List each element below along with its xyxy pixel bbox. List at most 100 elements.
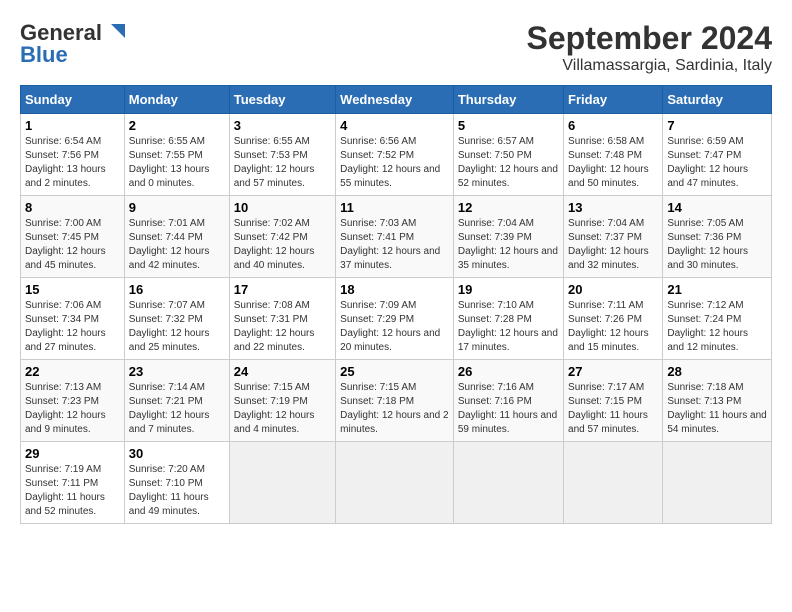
calendar-cell: 3 Sunrise: 6:55 AM Sunset: 7:53 PM Dayli… xyxy=(229,114,335,196)
calendar-cell xyxy=(663,442,772,524)
day-info: Sunrise: 7:20 AM Sunset: 7:10 PM Dayligh… xyxy=(129,463,225,519)
day-info: Sunrise: 7:18 AM Sunset: 7:13 PM Dayligh… xyxy=(667,381,767,437)
calendar-cell xyxy=(453,442,563,524)
calendar-cell: 22 Sunrise: 7:13 AM Sunset: 7:23 PM Dayl… xyxy=(21,360,125,442)
day-number: 2 xyxy=(129,118,225,133)
page-title: September 2024 xyxy=(527,20,772,57)
day-number: 14 xyxy=(667,200,767,215)
day-info: Sunrise: 7:10 AM Sunset: 7:28 PM Dayligh… xyxy=(458,299,559,355)
col-tuesday: Tuesday xyxy=(229,86,335,114)
calendar-cell: 15 Sunrise: 7:06 AM Sunset: 7:34 PM Dayl… xyxy=(21,278,125,360)
calendar-cell: 9 Sunrise: 7:01 AM Sunset: 7:44 PM Dayli… xyxy=(124,196,229,278)
calendar-cell: 16 Sunrise: 7:07 AM Sunset: 7:32 PM Dayl… xyxy=(124,278,229,360)
day-info: Sunrise: 7:15 AM Sunset: 7:19 PM Dayligh… xyxy=(234,381,331,437)
day-number: 20 xyxy=(568,282,658,297)
day-info: Sunrise: 6:59 AM Sunset: 7:47 PM Dayligh… xyxy=(667,135,767,191)
day-number: 28 xyxy=(667,364,767,379)
day-info: Sunrise: 7:12 AM Sunset: 7:24 PM Dayligh… xyxy=(667,299,767,355)
day-number: 6 xyxy=(568,118,658,133)
day-number: 25 xyxy=(340,364,449,379)
day-number: 29 xyxy=(25,446,120,461)
day-info: Sunrise: 7:03 AM Sunset: 7:41 PM Dayligh… xyxy=(340,217,449,273)
day-info: Sunrise: 7:15 AM Sunset: 7:18 PM Dayligh… xyxy=(340,381,449,437)
calendar-cell: 30 Sunrise: 7:20 AM Sunset: 7:10 PM Dayl… xyxy=(124,442,229,524)
calendar-cell: 27 Sunrise: 7:17 AM Sunset: 7:15 PM Dayl… xyxy=(564,360,663,442)
day-info: Sunrise: 6:55 AM Sunset: 7:53 PM Dayligh… xyxy=(234,135,331,191)
day-info: Sunrise: 6:55 AM Sunset: 7:55 PM Dayligh… xyxy=(129,135,225,191)
day-number: 17 xyxy=(234,282,331,297)
calendar-cell: 8 Sunrise: 7:00 AM Sunset: 7:45 PM Dayli… xyxy=(21,196,125,278)
logo-blue: Blue xyxy=(20,42,68,68)
calendar-cell: 5 Sunrise: 6:57 AM Sunset: 7:50 PM Dayli… xyxy=(453,114,563,196)
day-info: Sunrise: 7:00 AM Sunset: 7:45 PM Dayligh… xyxy=(25,217,120,273)
day-number: 23 xyxy=(129,364,225,379)
day-number: 24 xyxy=(234,364,331,379)
day-number: 13 xyxy=(568,200,658,215)
day-info: Sunrise: 7:17 AM Sunset: 7:15 PM Dayligh… xyxy=(568,381,658,437)
day-number: 26 xyxy=(458,364,559,379)
day-number: 5 xyxy=(458,118,559,133)
day-number: 18 xyxy=(340,282,449,297)
day-number: 11 xyxy=(340,200,449,215)
day-number: 4 xyxy=(340,118,449,133)
day-info: Sunrise: 7:04 AM Sunset: 7:39 PM Dayligh… xyxy=(458,217,559,273)
day-number: 22 xyxy=(25,364,120,379)
day-number: 12 xyxy=(458,200,559,215)
calendar-cell: 7 Sunrise: 6:59 AM Sunset: 7:47 PM Dayli… xyxy=(663,114,772,196)
calendar-cell: 12 Sunrise: 7:04 AM Sunset: 7:39 PM Dayl… xyxy=(453,196,563,278)
calendar-cell: 19 Sunrise: 7:10 AM Sunset: 7:28 PM Dayl… xyxy=(453,278,563,360)
col-monday: Monday xyxy=(124,86,229,114)
calendar-body: 1 Sunrise: 6:54 AM Sunset: 7:56 PM Dayli… xyxy=(21,114,772,524)
col-thursday: Thursday xyxy=(453,86,563,114)
day-info: Sunrise: 7:09 AM Sunset: 7:29 PM Dayligh… xyxy=(340,299,449,355)
calendar-cell: 24 Sunrise: 7:15 AM Sunset: 7:19 PM Dayl… xyxy=(229,360,335,442)
calendar-week-2: 8 Sunrise: 7:00 AM Sunset: 7:45 PM Dayli… xyxy=(21,196,772,278)
calendar-cell: 2 Sunrise: 6:55 AM Sunset: 7:55 PM Dayli… xyxy=(124,114,229,196)
calendar-table: Sunday Monday Tuesday Wednesday Thursday… xyxy=(20,85,772,524)
day-info: Sunrise: 7:14 AM Sunset: 7:21 PM Dayligh… xyxy=(129,381,225,437)
calendar-cell: 23 Sunrise: 7:14 AM Sunset: 7:21 PM Dayl… xyxy=(124,360,229,442)
calendar-cell: 13 Sunrise: 7:04 AM Sunset: 7:37 PM Dayl… xyxy=(564,196,663,278)
col-sunday: Sunday xyxy=(21,86,125,114)
day-info: Sunrise: 6:56 AM Sunset: 7:52 PM Dayligh… xyxy=(340,135,449,191)
calendar-week-4: 22 Sunrise: 7:13 AM Sunset: 7:23 PM Dayl… xyxy=(21,360,772,442)
calendar-cell: 29 Sunrise: 7:19 AM Sunset: 7:11 PM Dayl… xyxy=(21,442,125,524)
col-friday: Friday xyxy=(564,86,663,114)
day-number: 1 xyxy=(25,118,120,133)
col-saturday: Saturday xyxy=(663,86,772,114)
day-number: 10 xyxy=(234,200,331,215)
day-number: 8 xyxy=(25,200,120,215)
calendar-cell: 6 Sunrise: 6:58 AM Sunset: 7:48 PM Dayli… xyxy=(564,114,663,196)
calendar-cell: 1 Sunrise: 6:54 AM Sunset: 7:56 PM Dayli… xyxy=(21,114,125,196)
day-info: Sunrise: 7:08 AM Sunset: 7:31 PM Dayligh… xyxy=(234,299,331,355)
title-area: September 2024 Villamassargia, Sardinia,… xyxy=(527,20,772,75)
calendar-cell: 14 Sunrise: 7:05 AM Sunset: 7:36 PM Dayl… xyxy=(663,196,772,278)
logo-icon xyxy=(103,20,125,42)
calendar-cell: 10 Sunrise: 7:02 AM Sunset: 7:42 PM Dayl… xyxy=(229,196,335,278)
header: General Blue September 2024 Villamassarg… xyxy=(20,20,772,75)
calendar-week-5: 29 Sunrise: 7:19 AM Sunset: 7:11 PM Dayl… xyxy=(21,442,772,524)
day-number: 21 xyxy=(667,282,767,297)
day-number: 9 xyxy=(129,200,225,215)
calendar-cell: 18 Sunrise: 7:09 AM Sunset: 7:29 PM Dayl… xyxy=(336,278,454,360)
day-info: Sunrise: 7:11 AM Sunset: 7:26 PM Dayligh… xyxy=(568,299,658,355)
calendar-cell: 21 Sunrise: 7:12 AM Sunset: 7:24 PM Dayl… xyxy=(663,278,772,360)
logo: General Blue xyxy=(20,20,125,68)
day-info: Sunrise: 7:16 AM Sunset: 7:16 PM Dayligh… xyxy=(458,381,559,437)
calendar-cell: 28 Sunrise: 7:18 AM Sunset: 7:13 PM Dayl… xyxy=(663,360,772,442)
calendar-cell: 11 Sunrise: 7:03 AM Sunset: 7:41 PM Dayl… xyxy=(336,196,454,278)
calendar-cell xyxy=(564,442,663,524)
calendar-cell: 26 Sunrise: 7:16 AM Sunset: 7:16 PM Dayl… xyxy=(453,360,563,442)
day-info: Sunrise: 7:13 AM Sunset: 7:23 PM Dayligh… xyxy=(25,381,120,437)
calendar-cell xyxy=(336,442,454,524)
col-wednesday: Wednesday xyxy=(336,86,454,114)
day-info: Sunrise: 7:02 AM Sunset: 7:42 PM Dayligh… xyxy=(234,217,331,273)
day-info: Sunrise: 6:58 AM Sunset: 7:48 PM Dayligh… xyxy=(568,135,658,191)
calendar-header-row: Sunday Monday Tuesday Wednesday Thursday… xyxy=(21,86,772,114)
day-info: Sunrise: 7:06 AM Sunset: 7:34 PM Dayligh… xyxy=(25,299,120,355)
calendar-cell: 4 Sunrise: 6:56 AM Sunset: 7:52 PM Dayli… xyxy=(336,114,454,196)
calendar-cell: 17 Sunrise: 7:08 AM Sunset: 7:31 PM Dayl… xyxy=(229,278,335,360)
day-number: 27 xyxy=(568,364,658,379)
day-info: Sunrise: 7:07 AM Sunset: 7:32 PM Dayligh… xyxy=(129,299,225,355)
day-info: Sunrise: 7:04 AM Sunset: 7:37 PM Dayligh… xyxy=(568,217,658,273)
